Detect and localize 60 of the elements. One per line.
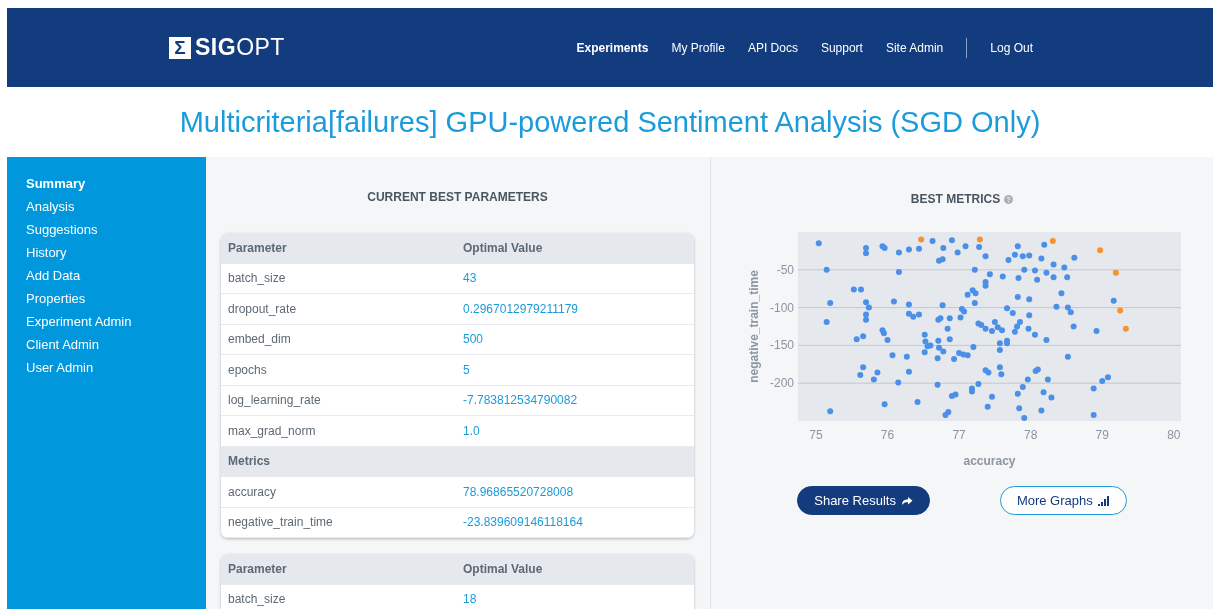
- sidebar-item[interactable]: User Admin: [26, 359, 206, 376]
- parameter-name: batch_size: [227, 592, 287, 607]
- sidebar-item[interactable]: Summary: [26, 175, 206, 192]
- column-header: Parameter: [227, 561, 288, 576]
- nav-link[interactable]: Experiments: [576, 40, 649, 55]
- parameter-value: 18: [463, 592, 477, 607]
- sidebar-item[interactable]: Client Admin: [26, 336, 206, 353]
- page-title: Multicriteria[failures] GPU-powered Sentiment Analysis (SGD Only): [178, 104, 1042, 140]
- nav-link[interactable]: Support: [820, 40, 863, 55]
- logout-link[interactable]: Log Out: [990, 40, 1033, 55]
- share-arrow-icon: [900, 495, 913, 506]
- x-tick-label: 76: [880, 428, 895, 442]
- parameter-name: batch_size: [227, 271, 287, 286]
- column-header: Parameter: [227, 240, 288, 255]
- sidebar-item[interactable]: Add Data: [26, 267, 206, 284]
- column-header: Optimal Value: [463, 561, 543, 576]
- parameter-value: 1.0: [463, 423, 480, 438]
- parameter-value: 500: [463, 332, 484, 347]
- parameter-name: max_grad_norm: [227, 423, 317, 438]
- nav-link[interactable]: My Profile: [671, 40, 725, 55]
- y-tick-label: -150: [769, 338, 794, 353]
- nav-link[interactable]: Site Admin: [885, 40, 944, 55]
- parameter-name: embed_dim: [227, 332, 292, 347]
- sidebar-item[interactable]: Properties: [26, 290, 206, 307]
- parameter-value: -7.783812534790082: [463, 393, 578, 408]
- section-heading: CURRENT BEST PARAMETERS: [366, 189, 549, 206]
- parameter-name: epochs: [227, 362, 268, 377]
- parameter-name: negative_train_time: [227, 515, 334, 530]
- x-tick-label: 80: [1167, 428, 1181, 442]
- sidebar-item[interactable]: Analysis: [26, 198, 206, 215]
- section-heading: BEST METRICS: [910, 192, 1001, 206]
- parameter-value: 5: [463, 362, 470, 377]
- nav-link[interactable]: API Docs: [747, 40, 798, 55]
- help-icon[interactable]: [1004, 194, 1014, 204]
- x-tick-label: 79: [1095, 428, 1109, 442]
- x-axis-title: accuracy: [963, 454, 1016, 468]
- more-graphs-button[interactable]: More Graphs: [999, 486, 1127, 515]
- x-tick-label: 75: [809, 428, 823, 442]
- x-tick-label: 77: [952, 428, 966, 442]
- parameter-name: accuracy: [227, 484, 278, 499]
- parameter-name: log_learning_rate: [227, 393, 322, 408]
- parameter-value: 0.2967012979211179: [463, 301, 578, 316]
- y-tick-label: -50: [776, 262, 794, 277]
- sidebar-item[interactable]: History: [26, 244, 206, 261]
- sidebar-item[interactable]: Experiment Admin: [26, 313, 206, 330]
- x-tick-label: 78: [1024, 428, 1038, 442]
- y-axis-title: negative_train_time: [747, 270, 761, 383]
- column-header: Optimal Value: [463, 240, 543, 255]
- bar-chart-icon: [1097, 495, 1110, 506]
- y-tick-label: -100: [769, 300, 794, 315]
- section-label: Metrics: [227, 454, 272, 469]
- parameter-name: dropout_rate: [227, 301, 298, 316]
- sidebar-item[interactable]: Suggestions: [26, 221, 206, 238]
- logo-text: SIGOPT: [195, 34, 285, 61]
- parameter-value: -23.839609146118164: [463, 515, 583, 530]
- share-results-button[interactable]: Share Results: [797, 486, 930, 515]
- parameter-value: 78.96865520728008: [463, 484, 574, 499]
- logo-mark: Σ: [169, 36, 191, 59]
- parameter-value: 43: [463, 271, 477, 286]
- y-tick-label: -200: [769, 376, 794, 391]
